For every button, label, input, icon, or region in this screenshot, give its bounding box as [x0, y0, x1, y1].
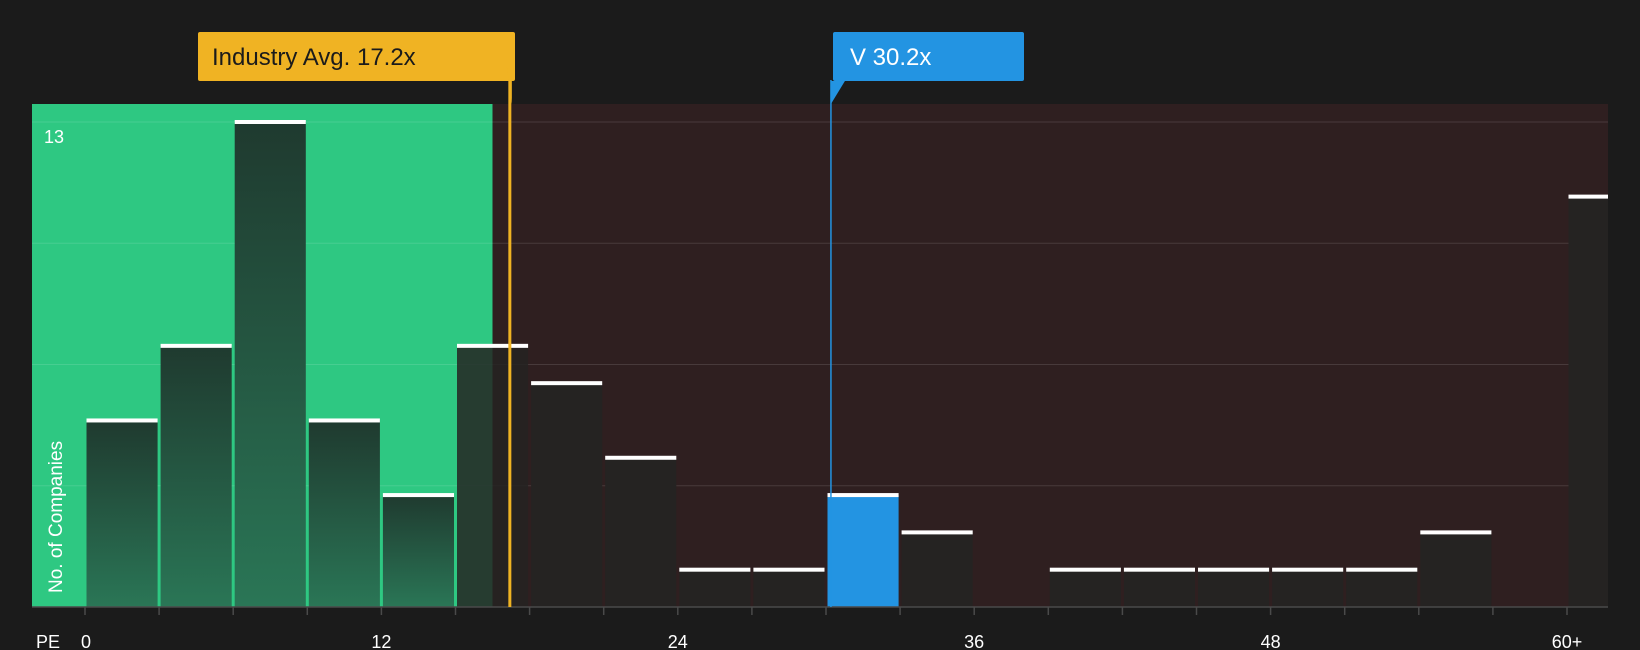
bar-cap	[679, 567, 751, 572]
histogram-bar	[382, 495, 454, 607]
bar-cap	[382, 493, 454, 498]
highlighted-bar	[827, 495, 899, 607]
histogram-bar	[1272, 569, 1344, 607]
histogram-bar	[531, 383, 603, 607]
bar-cap	[86, 418, 158, 423]
histogram-bar	[901, 532, 973, 607]
y-max-label: 13	[44, 127, 64, 147]
histogram-bar	[1568, 196, 1608, 607]
bar-cap	[531, 381, 603, 386]
x-tick-label: 36	[964, 632, 984, 650]
bar-cap	[457, 343, 529, 348]
marker-label: Industry Avg. 17.2x	[212, 44, 416, 71]
histogram-bar	[1346, 569, 1418, 607]
histogram-bar	[86, 420, 158, 607]
bar-cap	[1568, 194, 1608, 199]
x-tick-label: 60+	[1552, 632, 1583, 650]
bar-cap	[160, 343, 232, 348]
histogram-bar	[457, 345, 529, 607]
x-tick-label: 48	[1261, 632, 1281, 650]
histogram-bar	[160, 345, 232, 607]
bar-cap	[827, 493, 899, 498]
bar-cap	[1420, 530, 1492, 535]
x-axis-title: PE	[36, 632, 60, 650]
x-tick-label: 12	[371, 632, 391, 650]
histogram-bar	[234, 122, 306, 607]
histogram-bar	[1049, 569, 1121, 607]
bar-cap	[234, 120, 306, 124]
bar-cap	[1346, 567, 1418, 572]
bar-cap	[1123, 567, 1195, 572]
x-tick-label: 0	[81, 632, 91, 650]
histogram-bar	[605, 457, 677, 607]
histogram-bar	[679, 569, 751, 607]
marker-callout-pointer	[830, 81, 845, 104]
bar-cap	[753, 567, 825, 572]
bar-cap	[605, 455, 677, 460]
marker-label: V 30.2x	[850, 44, 931, 71]
histogram-bar	[753, 569, 825, 607]
pe-distribution-chart: PE No. of Companies 13 0 12 24 36 48 60+ Indu…	[32, 32, 1608, 650]
bar-cap	[901, 530, 973, 535]
bar-cap	[1049, 567, 1121, 572]
histogram-bar	[1123, 569, 1195, 607]
bar-cap	[1272, 567, 1344, 572]
y-axis-title: No. of Companies	[46, 441, 67, 593]
histogram-bar	[1198, 569, 1270, 607]
x-tick-label: 24	[668, 632, 688, 650]
bar-cap	[1198, 567, 1270, 572]
histogram-bar	[308, 420, 380, 607]
histogram-bar	[1420, 532, 1492, 607]
bar-cap	[308, 418, 380, 423]
